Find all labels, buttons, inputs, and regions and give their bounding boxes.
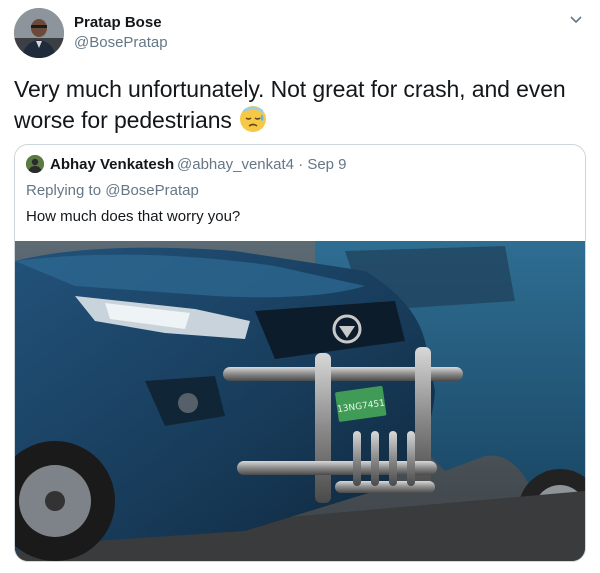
- quoted-avatar[interactable]: [26, 155, 44, 173]
- user-avatar-icon: [14, 8, 64, 58]
- quoted-tweet-image[interactable]: 13NG7451: [15, 241, 585, 561]
- car-photo: 13NG7451: [15, 241, 585, 561]
- avatar[interactable]: [14, 8, 64, 58]
- quoted-author-handle[interactable]: @abhay_venkat4: [177, 156, 294, 173]
- author-name[interactable]: Pratap Bose: [74, 14, 162, 31]
- chevron-down-icon: [570, 16, 582, 24]
- replying-to: Replying to @BosePratap: [26, 182, 199, 199]
- downcast-face-with-sweat-icon: [238, 104, 268, 134]
- user-avatar-icon: [26, 155, 44, 173]
- tweet-text-body: Very much unfortunately. Not great for c…: [14, 76, 566, 133]
- author-handle[interactable]: @BosePratap: [74, 34, 168, 51]
- quoted-author-meta: @abhay_venkat4 · Sep 9: [177, 156, 347, 173]
- quoted-tweet-card[interactable]: Abhay Venkatesh @abhay_venkat4 · Sep 9 R…: [14, 144, 586, 562]
- meta-separator: ·: [298, 156, 304, 173]
- tweet-menu-button[interactable]: [568, 11, 584, 27]
- quoted-tweet-text: How much does that worry you?: [26, 208, 241, 225]
- quoted-date[interactable]: Sep 9: [307, 156, 346, 173]
- replying-to-handle[interactable]: @BosePratap: [105, 182, 199, 199]
- quoted-author-name[interactable]: Abhay Venkatesh: [50, 156, 174, 173]
- replying-to-label: Replying to: [26, 182, 102, 199]
- tweet-text: Very much unfortunately. Not great for c…: [14, 74, 590, 135]
